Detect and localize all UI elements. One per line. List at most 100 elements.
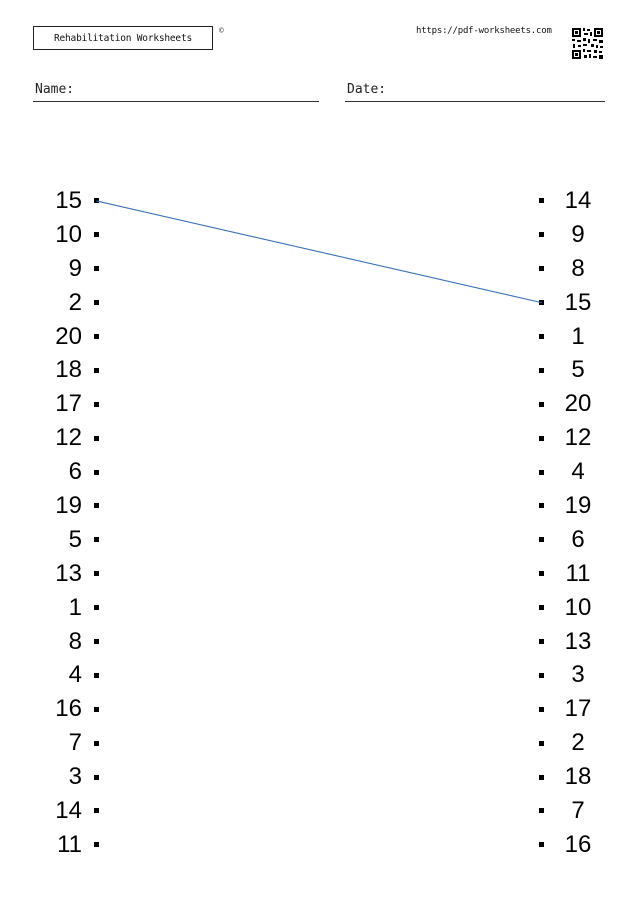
right-connect-dot[interactable] [539,605,544,611]
right-number: 18 [564,763,592,791]
right-item: 8 [534,252,609,286]
left-item: 13 [30,557,105,591]
left-connect-dot[interactable] [94,774,99,780]
left-connect-dot[interactable] [94,469,99,475]
right-connect-dot[interactable] [539,198,544,204]
left-connect-dot[interactable] [94,842,99,848]
left-connect-dot[interactable] [94,537,99,543]
right-item: 4 [534,455,609,489]
right-number: 1 [571,322,585,350]
right-connect-dot[interactable] [539,367,544,373]
left-number: 1 [68,593,82,621]
right-number: 8 [571,254,585,282]
right-connect-dot[interactable] [539,706,544,712]
right-connect-dot[interactable] [539,537,544,543]
left-number: 11 [57,830,82,858]
right-number: 3 [571,661,585,689]
right-connect-dot[interactable] [539,232,544,238]
left-connect-dot[interactable] [94,266,99,272]
name-input-line[interactable] [33,101,319,102]
right-item: 3 [534,658,609,692]
left-item: 10 [30,218,105,252]
name-label: Name: [35,82,75,97]
right-number: 11 [565,559,591,587]
right-item: 9 [534,218,609,252]
right-item: 2 [534,726,609,760]
right-connect-dot[interactable] [539,334,544,339]
left-connect-dot[interactable] [94,808,99,814]
left-item: 8 [30,625,105,659]
right-connect-dot[interactable] [539,266,544,272]
right-number: 17 [564,695,592,723]
right-number: 15 [564,288,592,316]
brand-title-box: Rehabilitation Worksheets [33,26,213,50]
left-number: 3 [68,763,82,791]
left-connect-dot[interactable] [94,435,99,441]
left-item: 9 [30,252,105,286]
right-item: 14 [534,184,609,218]
left-connect-dot[interactable] [94,672,99,678]
left-connect-dot[interactable] [94,198,99,204]
left-item: 11 [30,828,105,862]
qr-code-icon [571,27,604,60]
left-connect-dot[interactable] [94,740,99,746]
left-number: 20 [55,322,82,350]
right-connect-dot[interactable] [539,808,544,814]
left-number: 18 [55,356,82,384]
right-item: 19 [534,489,609,523]
right-number: 12 [564,424,592,452]
left-number: 8 [68,627,82,655]
left-connect-dot[interactable] [94,605,99,611]
right-connect-dot[interactable] [539,842,544,848]
left-item: 12 [30,421,105,455]
right-connect-dot[interactable] [539,503,544,509]
date-label: Date: [347,82,387,97]
left-item: 20 [30,320,105,354]
left-connect-dot[interactable] [94,503,99,509]
left-number: 13 [55,559,82,587]
right-connect-dot[interactable] [539,740,544,746]
left-connect-dot[interactable] [94,334,99,339]
left-item: 7 [30,726,105,760]
right-number: 20 [564,390,592,418]
right-number: 16 [564,830,592,858]
left-number: 5 [68,525,82,553]
right-number: 4 [571,458,585,486]
right-number: 19 [564,491,592,519]
left-connect-dot[interactable] [94,706,99,712]
left-connect-dot[interactable] [94,571,99,577]
left-item: 19 [30,489,105,523]
right-number: 14 [564,186,592,214]
right-item: 5 [534,353,609,387]
right-number: 13 [564,627,592,655]
left-connect-dot[interactable] [94,639,99,645]
left-connect-dot[interactable] [94,367,99,373]
right-number: 10 [564,593,592,621]
left-number: 17 [55,390,82,418]
right-item: 11 [534,557,609,591]
right-item: 18 [534,760,609,794]
right-connect-dot[interactable] [539,571,544,577]
date-input-line[interactable] [345,101,605,102]
left-number: 19 [55,491,82,519]
brand-title: Rehabilitation Worksheets [54,32,192,44]
right-connect-dot[interactable] [539,300,544,306]
right-connect-dot[interactable] [539,469,544,475]
right-connect-dot[interactable] [539,401,544,407]
right-connect-dot[interactable] [539,672,544,678]
left-connect-dot[interactable] [94,401,99,407]
right-connect-dot[interactable] [539,639,544,645]
right-item: 7 [534,794,609,828]
left-connect-dot[interactable] [94,300,99,306]
right-connect-dot[interactable] [539,435,544,441]
left-number: 15 [55,186,82,214]
left-item: 3 [30,760,105,794]
right-connect-dot[interactable] [539,774,544,780]
connection-line [96,200,542,304]
right-item: 13 [534,625,609,659]
right-number: 6 [571,525,585,553]
site-url[interactable]: https://pdf-worksheets.com [416,26,552,36]
left-connect-dot[interactable] [94,232,99,238]
left-item: 4 [30,658,105,692]
left-number: 9 [68,254,82,282]
